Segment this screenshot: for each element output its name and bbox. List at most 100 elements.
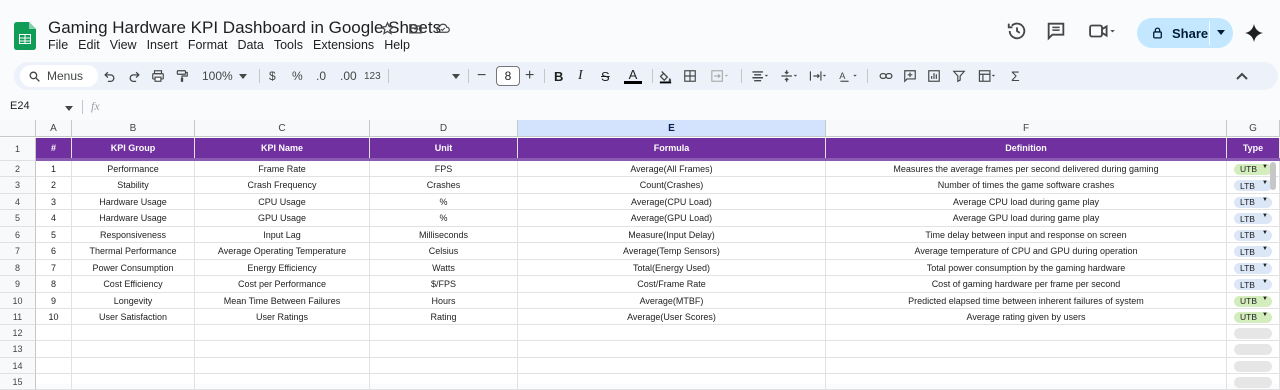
- text-wrapping-icon[interactable]: [806, 62, 830, 90]
- table-cell[interactable]: Frame Rate: [195, 161, 370, 177]
- vertical-scrollbar[interactable]: [1270, 162, 1276, 190]
- column-header-b[interactable]: B: [72, 120, 195, 137]
- column-header-a[interactable]: A: [36, 120, 72, 137]
- row-header[interactable]: 14: [0, 358, 36, 374]
- type-dropdown-chip[interactable]: [1234, 327, 1272, 339]
- table-cell[interactable]: Time delay between input and response on…: [826, 227, 1227, 243]
- table-cell[interactable]: Power Consumption: [72, 260, 195, 276]
- table-cell[interactable]: Responsiveness: [72, 227, 195, 243]
- table-cell[interactable]: 7: [36, 260, 72, 276]
- share-button[interactable]: Share: [1137, 18, 1233, 48]
- empty-cell[interactable]: [370, 341, 518, 358]
- table-cell[interactable]: Average(User Scores): [518, 309, 826, 325]
- table-cell[interactable]: 8: [36, 276, 72, 293]
- name-box-dropdown-icon[interactable]: [65, 106, 73, 111]
- table-cell[interactable]: Hardware Usage: [72, 194, 195, 210]
- type-dropdown-chip[interactable]: UTB ▼: [1234, 311, 1272, 323]
- table-cell[interactable]: CPU Usage: [195, 194, 370, 210]
- table-cell[interactable]: Mean Time Between Failures: [195, 293, 370, 309]
- empty-cell[interactable]: [72, 325, 195, 341]
- empty-cell[interactable]: [370, 374, 518, 390]
- strikethrough-icon[interactable]: S: [601, 62, 610, 90]
- table-cell[interactable]: Average GPU load during game play: [826, 210, 1227, 227]
- empty-cell[interactable]: [72, 341, 195, 358]
- table-cell[interactable]: Thermal Performance: [72, 243, 195, 260]
- table-cell[interactable]: Stability: [72, 177, 195, 194]
- empty-cell[interactable]: [826, 341, 1227, 358]
- table-cell[interactable]: Average rating given by users: [826, 309, 1227, 325]
- empty-cell[interactable]: [36, 325, 72, 341]
- table-cell[interactable]: Average temperature of CPU and GPU durin…: [826, 243, 1227, 260]
- row-header[interactable]: 7: [0, 243, 36, 260]
- gemini-icon[interactable]: [1244, 23, 1264, 51]
- table-cell[interactable]: 10: [36, 309, 72, 325]
- type-dropdown-chip[interactable]: [1234, 344, 1272, 355]
- table-cell[interactable]: %: [370, 194, 518, 210]
- table-cell[interactable]: Rating: [370, 309, 518, 325]
- version-history-icon[interactable]: [1006, 20, 1028, 48]
- menu-insert[interactable]: Insert: [147, 38, 184, 52]
- text-rotation-icon[interactable]: A: [835, 62, 861, 90]
- search-menus[interactable]: Menus: [20, 65, 98, 87]
- row-header[interactable]: 1: [0, 138, 36, 161]
- type-dropdown-chip[interactable]: UTB ▼: [1234, 295, 1272, 307]
- comments-icon[interactable]: [1045, 20, 1067, 48]
- table-header-cell[interactable]: KPI Name: [195, 138, 370, 158]
- number-format-button[interactable]: 123: [364, 62, 381, 90]
- row-header[interactable]: 9: [0, 276, 36, 293]
- table-cell[interactable]: 9: [36, 293, 72, 309]
- currency-format-button[interactable]: $: [269, 62, 276, 90]
- empty-cell[interactable]: [72, 358, 195, 374]
- print-icon[interactable]: [151, 62, 165, 90]
- move-folder-icon[interactable]: [406, 19, 424, 37]
- table-header-cell[interactable]: Type: [1227, 138, 1280, 158]
- text-color-icon[interactable]: A: [624, 62, 642, 90]
- type-dropdown-chip[interactable]: [1234, 360, 1272, 372]
- empty-cell[interactable]: [370, 325, 518, 341]
- menu-view[interactable]: View: [110, 38, 143, 52]
- table-cell[interactable]: Performance: [72, 161, 195, 177]
- column-header-f[interactable]: F: [826, 120, 1227, 137]
- select-all-corner[interactable]: [0, 120, 36, 137]
- zoom-select[interactable]: 100%: [202, 62, 247, 90]
- horizontal-align-icon[interactable]: [748, 62, 772, 90]
- empty-cell[interactable]: [195, 358, 370, 374]
- menu-tools[interactable]: Tools: [274, 38, 309, 52]
- menu-file[interactable]: File: [48, 38, 74, 52]
- filter-views-icon[interactable]: [975, 62, 999, 90]
- empty-cell[interactable]: [518, 374, 826, 390]
- table-cell[interactable]: Crashes: [370, 177, 518, 194]
- table-cell[interactable]: 3: [36, 194, 72, 210]
- table-cell[interactable]: User Satisfaction: [72, 309, 195, 325]
- table-cell[interactable]: 4: [36, 210, 72, 227]
- table-cell[interactable]: 5: [36, 227, 72, 243]
- table-cell[interactable]: Cost Efficiency: [72, 276, 195, 293]
- row-header[interactable]: 2: [0, 161, 36, 177]
- star-icon[interactable]: [378, 19, 396, 37]
- type-dropdown-chip[interactable]: [1234, 376, 1272, 388]
- empty-cell[interactable]: [195, 325, 370, 341]
- bold-icon[interactable]: B: [554, 62, 563, 90]
- empty-cell[interactable]: [36, 358, 72, 374]
- borders-icon[interactable]: [683, 62, 697, 90]
- font-size-input[interactable]: 8: [496, 66, 520, 86]
- paint-format-icon[interactable]: [175, 62, 189, 90]
- vertical-align-icon[interactable]: [777, 62, 801, 90]
- type-dropdown-chip[interactable]: UTB ▼: [1234, 163, 1272, 175]
- table-cell[interactable]: Crash Frequency: [195, 177, 370, 194]
- row-header[interactable]: 8: [0, 260, 36, 276]
- table-header-cell[interactable]: Formula: [518, 138, 826, 158]
- empty-cell[interactable]: [826, 325, 1227, 341]
- row-header[interactable]: 5: [0, 210, 36, 227]
- table-cell[interactable]: Number of times the game software crashe…: [826, 177, 1227, 194]
- table-cell[interactable]: Total power consumption by the gaming ha…: [826, 260, 1227, 276]
- table-cell[interactable]: User Ratings: [195, 309, 370, 325]
- functions-icon[interactable]: Σ: [1011, 62, 1020, 90]
- table-cell[interactable]: Average(MTBF): [518, 293, 826, 309]
- row-header[interactable]: 15: [0, 374, 36, 390]
- table-cell[interactable]: Average(Temp Sensors): [518, 243, 826, 260]
- type-dropdown-chip[interactable]: LTB ▼: [1234, 262, 1272, 274]
- collapse-toolbar-icon[interactable]: [1236, 62, 1248, 90]
- sheets-logo-icon[interactable]: [14, 22, 36, 50]
- italic-icon[interactable]: I: [578, 62, 583, 90]
